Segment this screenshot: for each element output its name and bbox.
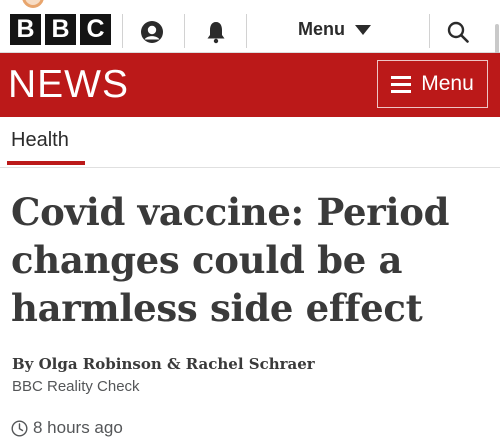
bbc-logo-letter: C	[80, 14, 111, 45]
hamburger-icon	[391, 75, 412, 93]
article-byline: By Olga Robinson & Rachel Schraer	[12, 355, 315, 373]
bbc-logo-letter: B	[10, 14, 41, 45]
divider	[184, 14, 185, 48]
clock-icon	[11, 419, 28, 437]
article-timestamp: 8 hours ago	[11, 418, 123, 438]
article-headline: Covid vaccine: Period changes could be a…	[11, 190, 450, 330]
article-byline-role: BBC Reality Check	[12, 378, 140, 395]
news-logo[interactable]: NEWS	[8, 63, 129, 107]
partial-graphic	[22, 0, 44, 8]
timestamp-text: 8 hours ago	[33, 418, 123, 437]
search-button[interactable]	[446, 20, 470, 44]
divider	[122, 14, 123, 48]
section-link-health[interactable]: Health	[11, 129, 69, 152]
news-menu-button[interactable]: Menu	[377, 60, 488, 108]
bbc-logo[interactable]: B B C	[10, 14, 111, 45]
user-icon	[141, 21, 163, 43]
divider	[429, 14, 430, 48]
news-menu-label: Menu	[421, 72, 474, 95]
news-bar: NEWS Menu	[0, 53, 500, 117]
caret-down-icon	[355, 24, 371, 35]
search-icon	[447, 21, 469, 43]
masthead-menu-button[interactable]: Menu	[298, 19, 371, 40]
masthead-menu-label: Menu	[298, 19, 345, 39]
divider	[246, 14, 247, 48]
account-button[interactable]	[140, 20, 164, 44]
section-nav: Health	[0, 117, 500, 168]
bell-icon	[207, 22, 225, 44]
bbc-logo-letter: B	[45, 14, 76, 45]
notifications-button[interactable]	[204, 20, 228, 44]
section-active-indicator	[7, 161, 85, 165]
bbc-top-bar: B B C Menu	[0, 0, 500, 84]
